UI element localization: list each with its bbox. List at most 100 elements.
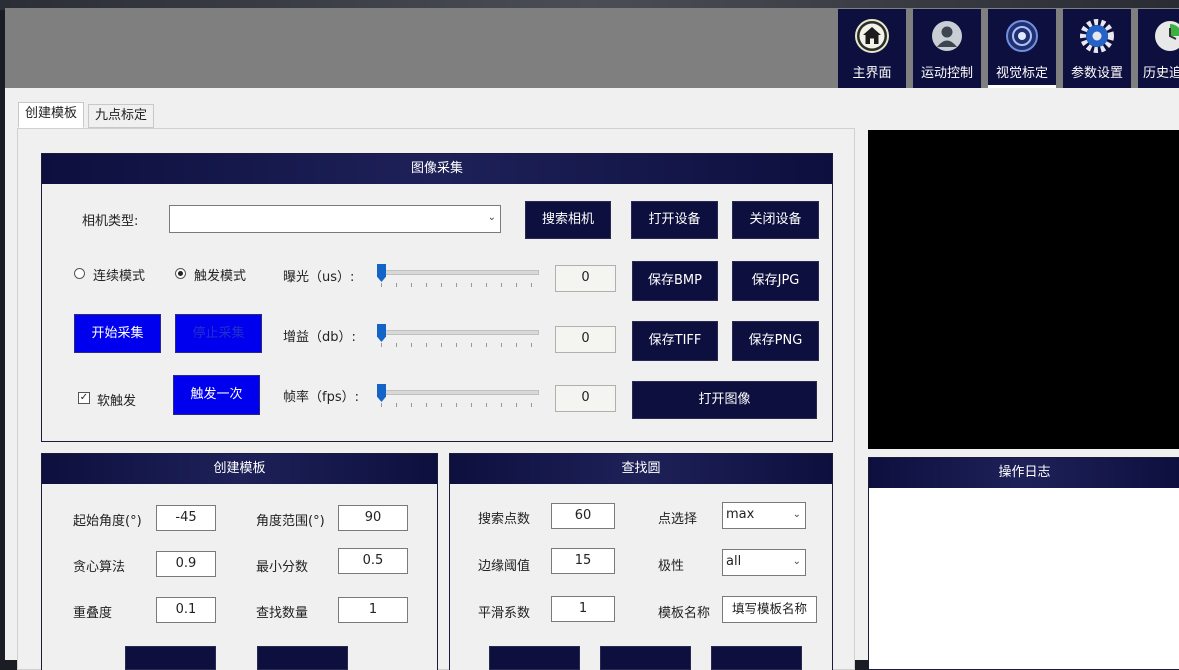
chevron-down-icon: ⌄ [792, 509, 801, 520]
nav-motion-button[interactable]: 运动控制 [913, 9, 981, 88]
nav-home-button[interactable]: 主界面 [838, 9, 906, 88]
template-name-input[interactable]: 填写模板名称 [722, 596, 817, 623]
tab-nine-point-calibration[interactable]: 九点标定 [88, 104, 155, 128]
header-bar: 主界面 运动控制 视觉标定 参数设置 历史追 [5, 8, 1179, 88]
fps-slider-ticks [381, 403, 533, 407]
save-jpg-button[interactable]: 保存JPG [732, 261, 819, 301]
exposure-slider-thumb[interactable] [377, 264, 386, 282]
operation-log-title: 操作日志 [869, 458, 1179, 488]
nav-params-label: 参数设置 [1070, 66, 1123, 81]
save-png-button[interactable]: 保存PNG [732, 321, 819, 361]
min-score-input[interactable]: 0.5 [338, 548, 408, 574]
image-acquisition-panel: 图像采集 相机类型: ⌄ 搜索相机 打开设备 关闭设备 连续模式 触发模式 曝光… [41, 153, 833, 442]
polarity-value: all [726, 554, 742, 569]
gear-icon [1080, 19, 1114, 53]
history-icon [1155, 21, 1179, 51]
fps-slider[interactable] [377, 384, 539, 410]
edge-threshold-label: 边缘阈值 [478, 559, 531, 574]
tab-content: 图像采集 相机类型: ⌄ 搜索相机 打开设备 关闭设备 连续模式 触发模式 曝光… [17, 128, 855, 670]
operation-log-panel: 操作日志 [868, 457, 1179, 670]
nav-history-label: 历史追 [1143, 66, 1179, 81]
home-icon [855, 19, 889, 53]
gain-slider[interactable] [377, 324, 539, 350]
template-action-button-1[interactable] [125, 646, 216, 670]
target-icon [1006, 20, 1038, 52]
save-bmp-button[interactable]: 保存BMP [632, 261, 718, 301]
find-circle-title: 查找圆 [450, 454, 832, 484]
template-action-button-2[interactable] [257, 646, 348, 670]
gain-value: 0 [555, 326, 616, 353]
fps-value: 0 [555, 385, 616, 412]
trigger-once-button[interactable]: 触发一次 [173, 375, 260, 415]
find-count-label: 查找数量 [256, 606, 309, 621]
circle-action-button-1[interactable] [489, 646, 580, 670]
polarity-dropdown[interactable]: all ⌄ [722, 549, 806, 576]
overlap-input[interactable]: 0.1 [156, 597, 216, 623]
nav-motion-label: 运动控制 [920, 66, 973, 81]
point-select-label: 点选择 [658, 512, 698, 527]
soft-trigger-label: 软触发 [97, 394, 137, 409]
smooth-label: 平滑系数 [478, 606, 531, 621]
circle-action-button-3[interactable] [711, 646, 802, 670]
gain-slider-track [377, 330, 539, 335]
create-template-panel: 创建模板 起始角度(°) -45 角度范围(°) 90 贪心算法 0.9 最小分… [41, 453, 438, 670]
image-display[interactable] [868, 130, 1179, 449]
exposure-slider-ticks [381, 283, 533, 287]
angle-range-label: 角度范围(°) [256, 514, 325, 529]
nav-params-button[interactable]: 参数设置 [1063, 9, 1131, 88]
angle-range-input[interactable]: 90 [338, 505, 408, 531]
camera-type-select[interactable]: ⌄ [169, 205, 501, 233]
exposure-label: 曝光（us）: [283, 270, 355, 285]
template-name-label: 模板名称 [658, 606, 711, 621]
nav-home-label: 主界面 [852, 66, 892, 81]
point-select-value: max [726, 507, 755, 522]
overlap-label: 重叠度 [73, 606, 113, 621]
greedy-input[interactable]: 0.9 [156, 551, 216, 577]
fps-slider-track [377, 390, 539, 395]
nav-vision-label: 视觉标定 [995, 66, 1048, 81]
start-angle-input[interactable]: -45 [156, 505, 216, 531]
open-device-button[interactable]: 打开设备 [631, 201, 718, 239]
stop-capture-button[interactable]: 停止采集 [175, 314, 262, 353]
exposure-value: 0 [555, 265, 616, 292]
start-angle-label: 起始角度(°) [73, 514, 142, 529]
create-template-title: 创建模板 [42, 454, 437, 484]
circle-action-button-2[interactable] [600, 646, 691, 670]
smooth-input[interactable]: 1 [551, 596, 615, 622]
exposure-slider[interactable] [377, 264, 539, 290]
search-camera-button[interactable]: 搜索相机 [525, 201, 611, 239]
nav-vision-button[interactable]: 视觉标定 [988, 9, 1056, 88]
find-circle-panel: 查找圆 搜索点数 60 点选择 max ⌄ 边缘阈值 15 极性 all ⌄ 平… [449, 453, 833, 670]
save-tiff-button[interactable]: 保存TIFF [632, 321, 718, 361]
trigger-mode-label: 触发模式 [194, 269, 247, 284]
trigger-mode-radio[interactable] [175, 268, 186, 279]
search-points-label: 搜索点数 [478, 512, 531, 527]
polarity-label: 极性 [658, 559, 685, 574]
camera-type-label: 相机类型: [82, 214, 139, 229]
gain-label: 增益（db）: [283, 330, 356, 345]
nav-history-button[interactable]: 历史追 [1138, 9, 1179, 88]
gain-slider-thumb[interactable] [377, 324, 386, 342]
fps-label: 帧率（fps）: [283, 390, 359, 405]
fps-slider-thumb[interactable] [377, 384, 386, 402]
continuous-mode-label: 连续模式 [93, 269, 146, 284]
find-count-input[interactable]: 1 [338, 597, 408, 623]
tab-create-template[interactable]: 创建模板 [18, 102, 85, 128]
continuous-mode-radio[interactable] [74, 268, 85, 279]
user-icon [932, 21, 962, 51]
app-window: 主界面 运动控制 视觉标定 参数设置 历史追 创建模板 九点标定 图像采集 相机… [5, 8, 1179, 670]
close-device-button[interactable]: 关闭设备 [732, 201, 819, 239]
search-points-input[interactable]: 60 [551, 503, 615, 529]
chevron-down-icon: ⌄ [792, 556, 801, 567]
soft-trigger-checkbox[interactable]: ✓ [78, 392, 90, 404]
image-acquisition-title: 图像采集 [42, 154, 832, 184]
exposure-slider-track [377, 270, 539, 275]
min-score-label: 最小分数 [256, 560, 309, 575]
edge-threshold-input[interactable]: 15 [551, 548, 615, 574]
gain-slider-ticks [381, 343, 533, 347]
greedy-label: 贪心算法 [73, 560, 126, 575]
open-image-button[interactable]: 打开图像 [632, 381, 817, 419]
point-select-dropdown[interactable]: max ⌄ [722, 502, 806, 529]
start-capture-button[interactable]: 开始采集 [74, 314, 161, 353]
chevron-down-icon: ⌄ [487, 212, 496, 223]
